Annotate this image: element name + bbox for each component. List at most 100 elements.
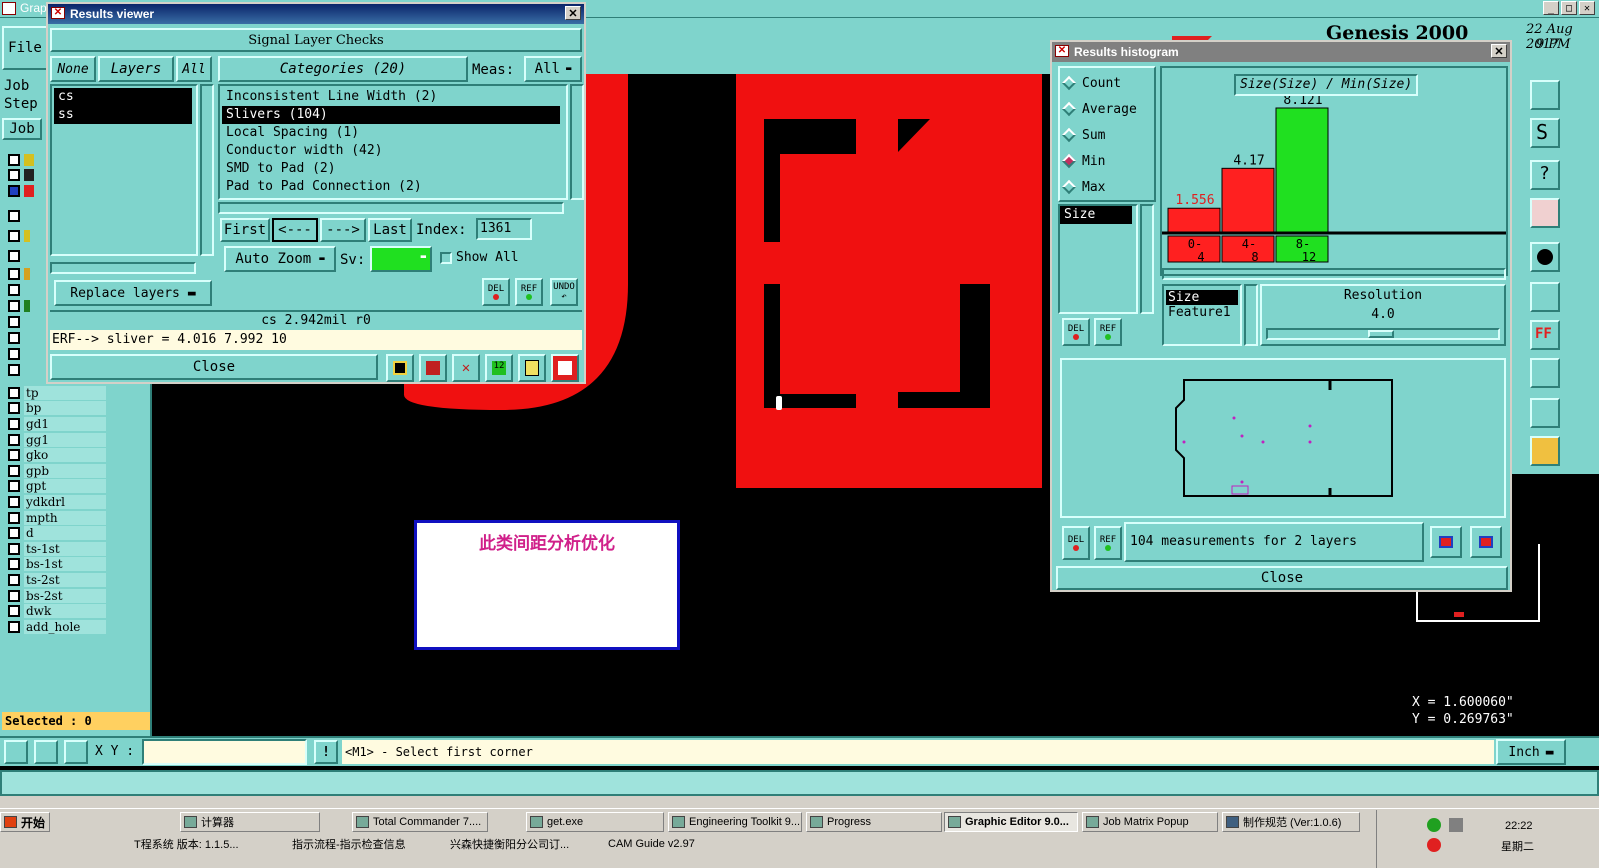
categories-scrollbar[interactable] [570, 84, 584, 200]
histogram-bar[interactable] [1167, 207, 1221, 233]
layer-row[interactable]: bs-1st [4, 557, 122, 573]
layer-checkbox[interactable] [8, 364, 20, 376]
route-tool-icon[interactable] [1530, 282, 1560, 312]
layer-list-scrollbar[interactable] [200, 84, 214, 256]
task-job-matrix[interactable]: Job Matrix Popup [1082, 812, 1218, 832]
layer-checkbox[interactable] [8, 284, 20, 296]
close-button[interactable]: Close [50, 354, 378, 380]
minimize-button[interactable]: _ [1543, 1, 1559, 15]
none-button[interactable]: None [50, 56, 96, 82]
hist-ref-button-2[interactable]: REF [1094, 526, 1122, 560]
layer-select-list[interactable]: cs ss [50, 84, 198, 256]
size-list-scrollbar[interactable] [1244, 284, 1258, 346]
next-button[interactable]: ---> [320, 218, 366, 242]
layer-checkbox[interactable] [8, 210, 20, 222]
categories-hscrollbar[interactable] [218, 202, 564, 214]
replace-layers-select[interactable]: Replace layers ▬ [54, 280, 212, 306]
ref-button[interactable]: REF [515, 278, 543, 306]
task-get-exe[interactable]: get.exe [526, 812, 664, 832]
meas-select[interactable]: All ▬ [524, 56, 582, 82]
snap-icon[interactable] [4, 740, 28, 764]
layer-checkbox[interactable] [8, 153, 20, 166]
index-input[interactable]: 1361 [476, 218, 532, 240]
category-item-selected[interactable]: Slivers (104) [222, 106, 560, 124]
layer-row[interactable]: ydkdrl [4, 494, 122, 510]
layer-row[interactable]: tp [4, 385, 122, 401]
task-graphic-editor[interactable]: Graphic Editor 9.0... [944, 812, 1078, 832]
file-menu[interactable]: File [2, 26, 48, 70]
snap-tool-icon[interactable]: S [1530, 118, 1560, 148]
histogram-icon[interactable] [551, 354, 579, 382]
option-count[interactable]: Count [1060, 70, 1154, 96]
clear-icon[interactable]: ✕ [452, 354, 480, 382]
layer-row[interactable]: gpb [4, 463, 122, 479]
board-preview[interactable] [1060, 358, 1506, 518]
zoom-in-map-icon[interactable] [1430, 526, 1462, 558]
chart-hscrollbar[interactable] [1162, 268, 1506, 280]
task-cam-guide[interactable]: CAM Guide v2.97 [590, 834, 740, 854]
layer-checkbox[interactable] [8, 230, 20, 242]
task-progress[interactable]: Progress [806, 812, 942, 832]
layer-checkbox[interactable] [8, 184, 20, 197]
angle-icon[interactable] [34, 740, 58, 764]
layer-row[interactable]: add_hole [4, 619, 122, 635]
units-select[interactable]: Inch ▬ [1496, 739, 1566, 765]
zoom-tool-icon[interactable] [1530, 80, 1560, 110]
first-button[interactable]: First [220, 218, 270, 242]
layer-row[interactable]: ts-2st [4, 572, 122, 588]
maximize-button[interactable]: □ [1561, 1, 1577, 15]
option-sum[interactable]: Sum [1060, 122, 1154, 148]
sv-color-select[interactable]: ▬ [370, 246, 432, 272]
resolution-slider[interactable] [1266, 328, 1500, 340]
category-item[interactable]: Conductor width (42) [222, 142, 566, 160]
layer-row[interactable]: bp [4, 401, 122, 417]
net-tool-icon[interactable] [1530, 198, 1560, 228]
number-icon[interactable]: 12 [485, 354, 513, 382]
layer-checkbox[interactable] [8, 250, 20, 262]
ff-tool-icon[interactable]: FF [1530, 320, 1560, 350]
task-engineering-system[interactable]: T程系统 版本: 1.1.5... [116, 834, 268, 854]
category-item[interactable]: SMD to Pad (2) [222, 160, 566, 178]
hist-del-button[interactable]: DEL [1062, 318, 1090, 346]
close-main-button[interactable]: ✕ [1579, 1, 1595, 15]
all-layers-button[interactable]: All [176, 56, 212, 82]
option-max[interactable]: Max [1060, 174, 1154, 200]
layer-row[interactable]: gpt [4, 479, 122, 495]
grid-icon[interactable] [64, 740, 88, 764]
pad-tool-icon[interactable] [1530, 242, 1560, 272]
layer-row[interactable]: gg1 [4, 432, 122, 448]
categories-list[interactable]: Inconsistent Line Width (2) Slivers (104… [218, 84, 568, 200]
layer-checkbox[interactable] [8, 169, 20, 182]
attribute-item[interactable]: Size [1060, 206, 1132, 224]
notes-icon[interactable] [518, 354, 546, 382]
close-icon[interactable]: ✕ [1491, 44, 1507, 58]
category-item[interactable]: Pad to Pad Connection (2) [222, 178, 566, 196]
layer-checkbox[interactable] [8, 316, 20, 328]
antivirus-icon[interactable] [1427, 838, 1441, 852]
prev-button[interactable]: <--- [272, 218, 318, 242]
show-all-checkbox[interactable]: Show All [440, 250, 519, 265]
layer-checkbox[interactable] [8, 332, 20, 344]
layer-checkbox[interactable] [8, 348, 20, 360]
auto-zoom-select[interactable]: Auto Zoom ▬ [224, 246, 336, 272]
option-average[interactable]: Average [1060, 96, 1154, 122]
alert-icon[interactable]: ! [314, 740, 338, 764]
report-icon[interactable] [419, 354, 447, 382]
network-icon[interactable] [1427, 818, 1441, 832]
attribute-scrollbar[interactable] [1140, 204, 1154, 314]
histogram-bar[interactable] [1221, 167, 1275, 233]
layers-button[interactable]: Layers [98, 56, 174, 82]
hist-close-button[interactable]: Close [1056, 566, 1508, 590]
xy-input[interactable] [142, 739, 307, 765]
task-order[interactable]: 兴森快捷衡阳分公司订... [432, 834, 582, 854]
layer-row[interactable]: bs-2st [4, 588, 122, 604]
layer-row[interactable]: ts-1st [4, 541, 122, 557]
category-item[interactable]: Inconsistent Line Width (2) [222, 88, 566, 106]
layer-item[interactable]: ss [54, 106, 192, 124]
volume-icon[interactable] [1449, 818, 1463, 832]
shapes-tool-icon[interactable] [1530, 358, 1560, 388]
zoom-out-map-icon[interactable] [1470, 526, 1502, 558]
task-engineering-toolkit[interactable]: Engineering Toolkit 9... [668, 812, 802, 832]
hist-del-button-2[interactable]: DEL [1062, 526, 1090, 560]
layer-item[interactable]: cs [54, 88, 192, 106]
